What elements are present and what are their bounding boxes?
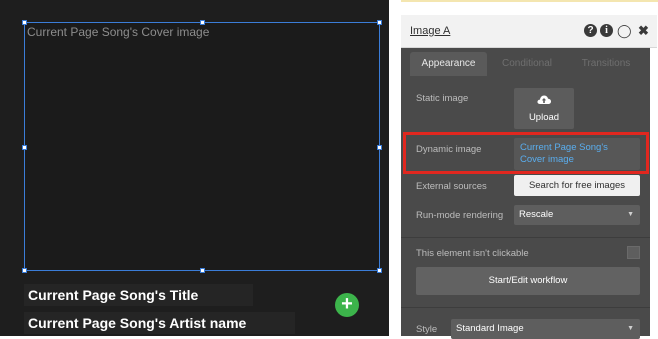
style-label: Style [416, 324, 438, 335]
style-value: Standard Image [456, 323, 524, 334]
editor-canvas: Current Page Song's Cover image Current … [0, 0, 389, 336]
run-mode-rendering-value: Rescale [519, 209, 554, 220]
tab-conditional[interactable]: Conditional [487, 52, 567, 76]
not-clickable-checkbox[interactable] [627, 246, 640, 259]
upload-label: Upload [528, 112, 560, 123]
image-element[interactable]: Current Page Song's Cover image [24, 22, 380, 271]
cloud-upload-icon [537, 95, 551, 104]
resize-handle-top-right[interactable] [377, 20, 382, 25]
chevron-down-icon: ▼ [627, 325, 634, 332]
property-tabs: Appearance Conditional Transitions [401, 52, 657, 76]
style-select[interactable]: Standard Image ▼ [451, 319, 640, 339]
resize-handle-right[interactable] [377, 145, 382, 150]
section-divider [401, 237, 657, 238]
property-editor: Image A ? i ◯ ✖ Appearance Conditional T… [401, 15, 657, 339]
property-editor-header: Image A ? i ◯ ✖ [401, 15, 657, 48]
add-element-button[interactable]: + [335, 293, 359, 317]
resize-handle-bottom-right[interactable] [377, 268, 382, 273]
resize-handle-bottom[interactable] [200, 268, 205, 273]
section-divider [401, 307, 657, 308]
resize-handle-top-left[interactable] [22, 20, 27, 25]
start-edit-workflow-button[interactable]: Start/Edit workflow [416, 267, 640, 295]
not-clickable-label: This element isn't clickable [416, 248, 529, 259]
resize-handle-top[interactable] [200, 20, 205, 25]
close-icon[interactable]: ✖ [637, 24, 650, 37]
static-image-label: Static image [416, 93, 469, 104]
info-icon[interactable]: i [600, 24, 613, 37]
song-artist-text[interactable]: Current Page Song's Artist name [24, 312, 295, 334]
resize-handle-bottom-left[interactable] [22, 268, 27, 273]
upload-button[interactable]: Upload [514, 88, 574, 129]
search-free-images-button[interactable]: Search for free images [514, 175, 640, 196]
comment-icon[interactable]: ◯ [617, 24, 632, 37]
chevron-down-icon: ▼ [627, 211, 634, 218]
plus-circle-icon: + [341, 293, 353, 315]
resize-handle-left[interactable] [22, 145, 27, 150]
run-mode-rendering-select[interactable]: Rescale ▼ [514, 205, 640, 225]
panel-scrollbar-track[interactable] [650, 48, 658, 336]
tab-transitions[interactable]: Transitions [567, 52, 645, 76]
help-icon[interactable]: ? [584, 24, 597, 37]
image-placeholder-text: Current Page Song's Cover image [27, 25, 210, 39]
top-hint-bar [401, 0, 658, 2]
dynamic-image-expression[interactable]: Current Page Song's Cover image [514, 138, 640, 170]
song-title-text[interactable]: Current Page Song's Title [24, 284, 253, 306]
run-mode-rendering-label: Run-mode rendering [416, 210, 504, 221]
external-sources-label: External sources [416, 181, 487, 192]
dynamic-image-label: Dynamic image [416, 144, 482, 155]
element-name-title[interactable]: Image A [410, 25, 450, 37]
tab-appearance[interactable]: Appearance [410, 52, 487, 76]
